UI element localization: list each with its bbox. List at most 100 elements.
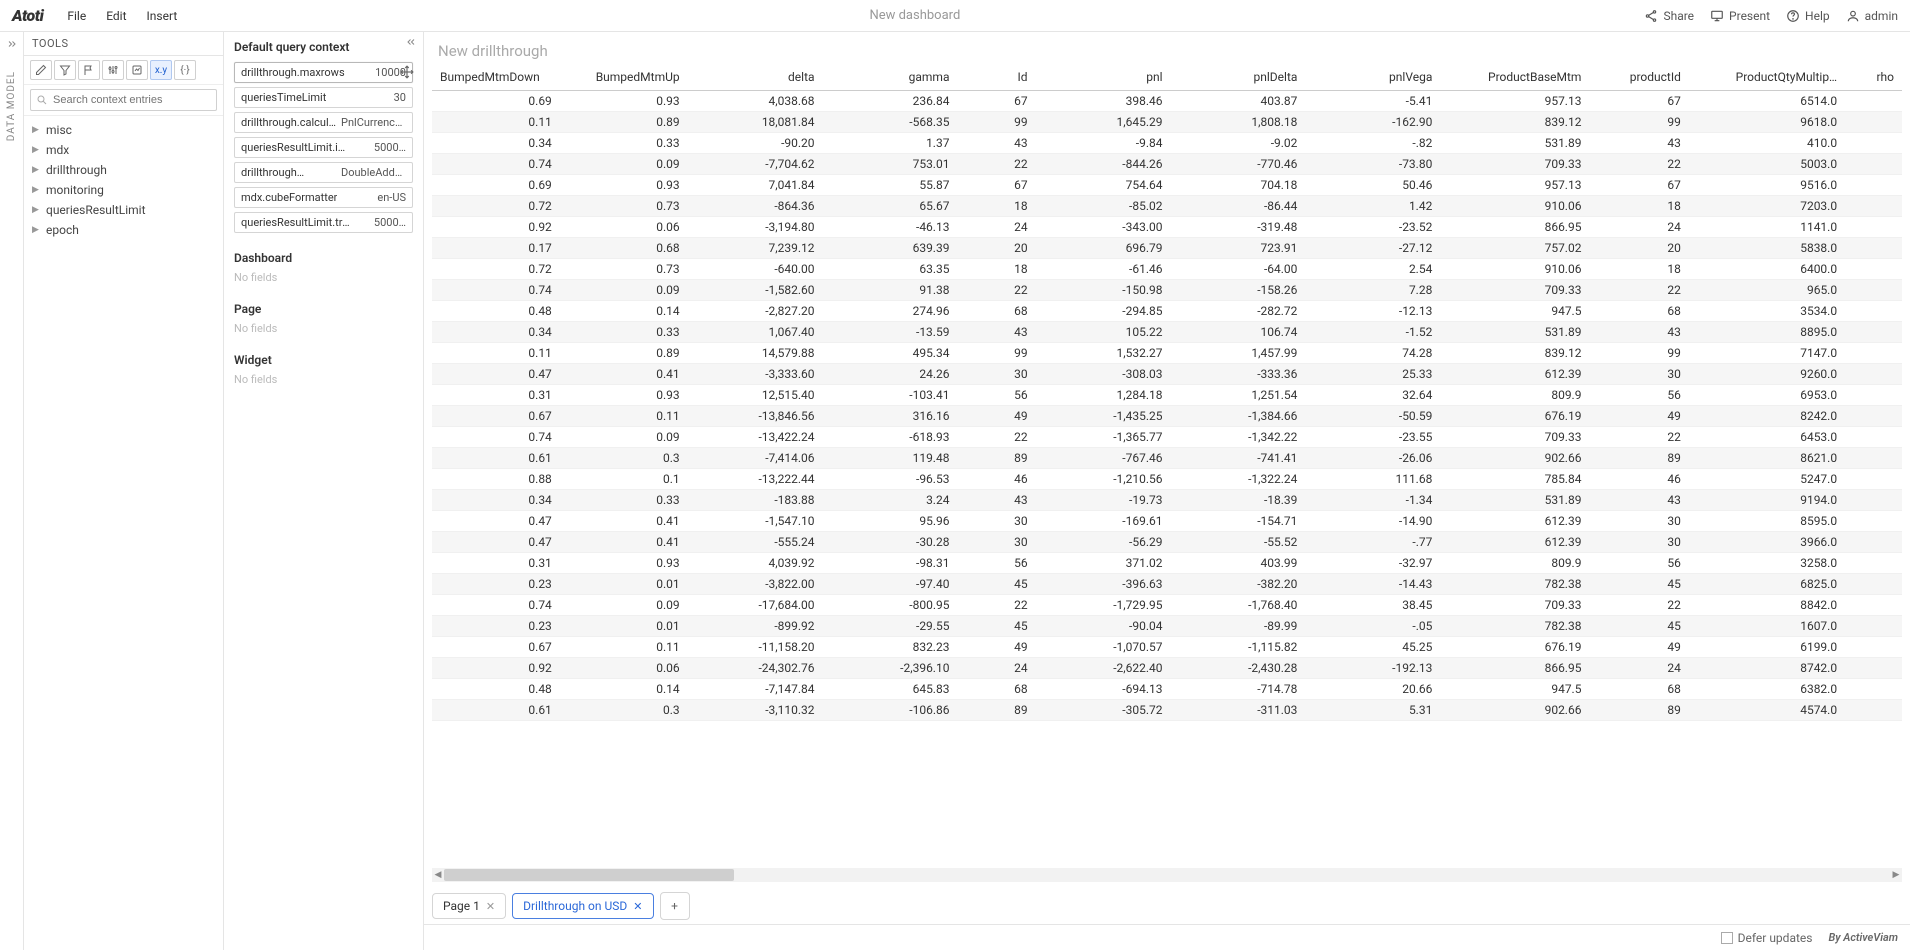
- table-row[interactable]: 0.740.09-1,582.6091.3822-150.98-158.267.…: [432, 280, 1902, 301]
- menu-edit[interactable]: Edit: [98, 5, 134, 27]
- table-cell: 0.09: [560, 595, 688, 616]
- table-row[interactable]: 0.230.01-3,822.00-97.4045-396.63-382.20-…: [432, 574, 1902, 595]
- table-row[interactable]: 0.920.06-24,302.76-2,396.1024-2,622.40-2…: [432, 658, 1902, 679]
- table-cell: 18: [957, 259, 1035, 280]
- column-header[interactable]: productId: [1589, 64, 1688, 91]
- data-table-scroll[interactable]: BumpedMtmDownBumpedMtmUpdeltagammaIdpnlp…: [432, 64, 1902, 866]
- scroll-left-icon[interactable]: ◀: [432, 868, 444, 882]
- tree-item-epoch[interactable]: ▶epoch: [24, 220, 223, 240]
- table-row[interactable]: 0.470.41-555.24-30.2830-56.29-55.52-.776…: [432, 532, 1902, 553]
- table-cell: 4574.0: [1689, 700, 1845, 721]
- column-header[interactable]: pnlVega: [1305, 64, 1440, 91]
- table-row[interactable]: 0.110.8918,081.84-568.35991,645.291,808.…: [432, 112, 1902, 133]
- close-icon[interactable]: ✕: [486, 900, 495, 913]
- help-button[interactable]: Help: [1786, 9, 1830, 23]
- table-row[interactable]: 0.920.06-3,194.80-46.1324-343.00-319.48-…: [432, 217, 1902, 238]
- column-header[interactable]: ProductBaseMtm: [1440, 64, 1589, 91]
- scroll-right-icon[interactable]: ▶: [1890, 868, 1902, 882]
- table-row[interactable]: 0.480.14-7,147.84645.8368-694.13-714.782…: [432, 679, 1902, 700]
- tool-edit-icon[interactable]: [30, 60, 52, 80]
- table-row[interactable]: 0.340.33-183.883.2443-19.73-18.39-1.3453…: [432, 490, 1902, 511]
- table-row[interactable]: 0.740.09-7,704.62753.0122-844.26-770.46-…: [432, 154, 1902, 175]
- table-row[interactable]: 0.720.73-864.3665.6718-85.02-86.441.4291…: [432, 196, 1902, 217]
- table-cell: -294.85: [1036, 301, 1171, 322]
- context-value: 5000…: [374, 216, 406, 229]
- menu-file[interactable]: File: [59, 5, 94, 27]
- table-row[interactable]: 0.690.937,041.8455.8767754.64704.1850.46…: [432, 175, 1902, 196]
- tool-sliders-icon[interactable]: [102, 60, 124, 80]
- widget-title[interactable]: New drillthrough: [424, 32, 1910, 64]
- context-entry[interactable]: drillthrough.calcul…PnlCurrency…: [234, 112, 413, 133]
- table-cell: 531.89: [1440, 133, 1589, 154]
- column-header[interactable]: rho: [1845, 64, 1902, 91]
- table-row[interactable]: 0.720.73-640.0063.3518-61.46-64.002.5491…: [432, 259, 1902, 280]
- tool-xy-icon[interactable]: x.y: [150, 60, 172, 80]
- table-row[interactable]: 0.310.9312,515.40-103.41561,284.181,251.…: [432, 385, 1902, 406]
- table-row[interactable]: 0.170.687,239.12639.3920696.79723.91-27.…: [432, 238, 1902, 259]
- close-icon[interactable]: ✕: [633, 900, 642, 913]
- scrollbar-thumb[interactable]: [444, 869, 734, 881]
- context-entry[interactable]: queriesResultLimit.transi… 5000…: [234, 212, 413, 233]
- table-row[interactable]: 0.470.41-3,333.6024.2630-308.03-333.3625…: [432, 364, 1902, 385]
- tool-kpi-icon[interactable]: [126, 60, 148, 80]
- tab-page-1[interactable]: Page 1 ✕: [432, 893, 506, 919]
- table-row[interactable]: 0.480.14-2,827.20274.9668-294.85-282.72-…: [432, 301, 1902, 322]
- tool-filter-icon[interactable]: [54, 60, 76, 80]
- defer-updates-toggle[interactable]: Defer updates: [1721, 931, 1813, 945]
- column-header[interactable]: Id: [957, 64, 1035, 91]
- table-row[interactable]: 0.470.41-1,547.1095.9630-169.61-154.71-1…: [432, 511, 1902, 532]
- tree-item-mdx[interactable]: ▶mdx: [24, 140, 223, 160]
- menu-insert[interactable]: Insert: [139, 5, 186, 27]
- table-row[interactable]: 0.310.934,039.92-98.3156371.02403.99-32.…: [432, 553, 1902, 574]
- table-cell: 9618.0: [1689, 112, 1845, 133]
- table-row[interactable]: 0.230.01-899.92-29.5545-90.04-89.99-.057…: [432, 616, 1902, 637]
- table-row[interactable]: 0.610.3-7,414.06119.4889-767.46-741.41-2…: [432, 448, 1902, 469]
- column-header[interactable]: BumpedMtmUp: [560, 64, 688, 91]
- table-row[interactable]: 0.340.331,067.40-13.5943105.22106.74-1.5…: [432, 322, 1902, 343]
- present-button[interactable]: Present: [1710, 9, 1770, 23]
- checkbox-icon[interactable]: [1721, 932, 1733, 944]
- column-header[interactable]: gamma: [823, 64, 958, 91]
- tree-item-monitoring[interactable]: ▶monitoring: [24, 180, 223, 200]
- collapse-context-icon[interactable]: [405, 36, 417, 51]
- dashboard-title[interactable]: New dashboard: [869, 8, 960, 23]
- context-key: queriesResultLimit.transi…: [241, 216, 351, 229]
- table-row[interactable]: 0.740.09-17,684.00-800.9522-1,729.95-1,7…: [432, 595, 1902, 616]
- table-row[interactable]: 0.690.934,038.68236.8467398.46403.87-5.4…: [432, 91, 1902, 112]
- tool-flag-icon[interactable]: [78, 60, 100, 80]
- context-entry[interactable]: drillthrough…DoubleAdder,Boo…: [234, 162, 413, 183]
- table-cell: -2,827.20: [688, 301, 823, 322]
- share-button[interactable]: Share: [1644, 9, 1694, 23]
- table-cell: -17,684.00: [688, 595, 823, 616]
- add-page-button[interactable]: +: [660, 892, 690, 920]
- context-entry[interactable]: drillthrough.maxrows10000: [234, 62, 413, 83]
- column-header[interactable]: BumpedMtmDown: [432, 64, 560, 91]
- column-header[interactable]: pnlDelta: [1171, 64, 1306, 91]
- search-input[interactable]: [30, 89, 217, 111]
- context-entry[interactable]: mdx.cubeFormatteren-US: [234, 187, 413, 208]
- column-header[interactable]: delta: [688, 64, 823, 91]
- horizontal-scrollbar[interactable]: ◀ ▶: [432, 868, 1902, 882]
- move-icon[interactable]: [400, 65, 414, 82]
- rail-label[interactable]: DATA MODEL: [6, 71, 17, 141]
- expand-rail-icon[interactable]: [6, 38, 18, 53]
- tab-drillthrough-usd[interactable]: Drillthrough on USD ✕: [512, 893, 653, 919]
- user-button[interactable]: admin: [1846, 9, 1898, 23]
- table-row[interactable]: 0.340.33-90.201.3743-9.84-9.02-.82531.89…: [432, 133, 1902, 154]
- tree-item-misc[interactable]: ▶misc: [24, 120, 223, 140]
- tree-item-drillthrough[interactable]: ▶drillthrough: [24, 160, 223, 180]
- context-entry[interactable]: queriesTimeLimit30: [234, 87, 413, 108]
- table-row[interactable]: 0.740.09-13,422.24-618.9322-1,365.77-1,3…: [432, 427, 1902, 448]
- column-header[interactable]: ProductQtyMultip…: [1689, 64, 1845, 91]
- table-row[interactable]: 0.670.11-13,846.56316.1649-1,435.25-1,38…: [432, 406, 1902, 427]
- table-row[interactable]: 0.880.1-13,222.44-96.5346-1,210.56-1,322…: [432, 469, 1902, 490]
- table-row[interactable]: 0.670.11-11,158.20832.2349-1,070.57-1,11…: [432, 637, 1902, 658]
- context-entry[interactable]: queriesResultLimit.interm…5000…: [234, 137, 413, 158]
- search-icon: [36, 94, 48, 109]
- tree-item-queriesresultlimit[interactable]: ▶queriesResultLimit: [24, 200, 223, 220]
- column-header[interactable]: pnl: [1036, 64, 1171, 91]
- tool-format-icon[interactable]: {·}: [174, 60, 196, 80]
- table-cell: -86.44: [1171, 196, 1306, 217]
- table-row[interactable]: 0.110.8914,579.88495.34991,532.271,457.9…: [432, 343, 1902, 364]
- table-row[interactable]: 0.610.3-3,110.32-106.8689-305.72-311.035…: [432, 700, 1902, 721]
